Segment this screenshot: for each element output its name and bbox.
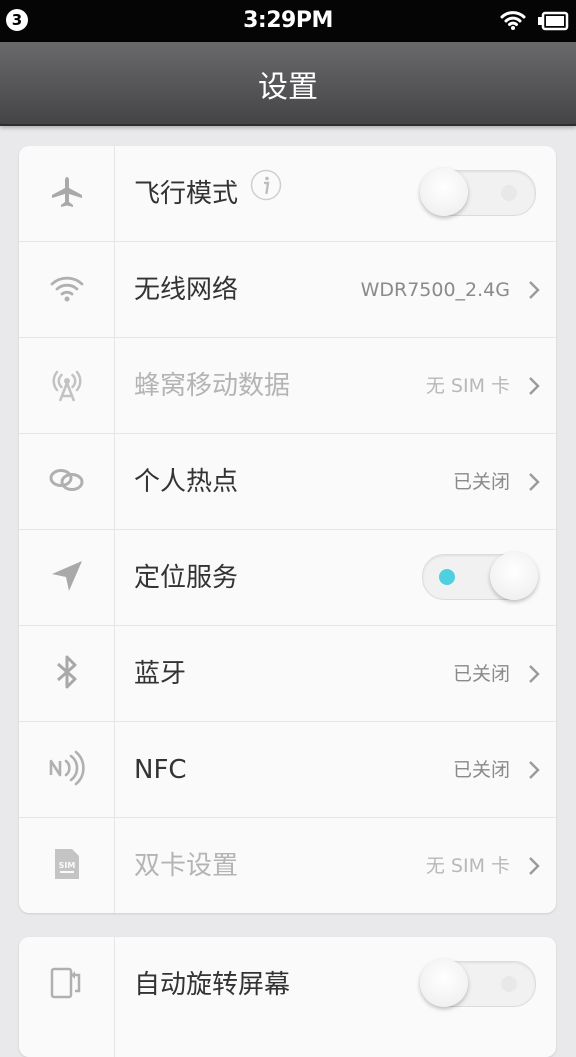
- setting-value: 已关闭: [452, 759, 510, 781]
- sim-card-icon: SIM: [52, 846, 82, 886]
- setting-value: 已关闭: [452, 663, 510, 685]
- setting-value: 无 SIM 卡: [425, 375, 510, 397]
- setting-label: 个人热点: [134, 467, 239, 497]
- setting-label: 自动旋转屏幕: [134, 970, 291, 1000]
- chevron-right-icon: [528, 760, 540, 784]
- setting-label: 蓝牙: [134, 659, 187, 689]
- toggle-knob: [420, 168, 468, 216]
- airplane-icon: [49, 174, 85, 214]
- chevron-right-icon: [528, 472, 540, 496]
- info-icon[interactable]: [250, 146, 282, 241]
- setting-row-nfc[interactable]: NFC 已关闭: [19, 722, 556, 818]
- status-bar: 3 3:29PM: [0, 0, 576, 42]
- setting-row-dual-sim[interactable]: SIM 双卡设置 无 SIM 卡: [19, 818, 556, 913]
- setting-label: 蜂窝移动数据: [134, 371, 291, 401]
- page-title: 设置: [258, 70, 318, 105]
- bluetooth-icon: [52, 653, 82, 695]
- nfc-icon: [48, 750, 86, 790]
- setting-label: 双卡设置: [134, 851, 239, 881]
- setting-value: WDR7500_2.4G: [360, 279, 510, 301]
- location-arrow-icon: [49, 558, 85, 598]
- setting-label: 定位服务: [134, 563, 239, 593]
- location-services-toggle[interactable]: [422, 552, 538, 600]
- setting-row-personal-hotspot[interactable]: 个人热点 已关闭: [19, 434, 556, 530]
- setting-label: 飞行模式: [134, 179, 239, 209]
- svg-text:SIM: SIM: [58, 861, 75, 870]
- setting-row-cellular-data[interactable]: 蜂窝移动数据 无 SIM 卡: [19, 338, 556, 434]
- battery-icon: [537, 11, 569, 35]
- auto-rotate-toggle[interactable]: [420, 959, 536, 1007]
- chevron-right-icon: [528, 664, 540, 688]
- setting-label: NFC: [134, 755, 187, 785]
- airplane-mode-toggle[interactable]: [420, 168, 536, 216]
- setting-row-location-services[interactable]: 定位服务: [19, 530, 556, 626]
- wifi-signal-icon: [500, 9, 526, 35]
- cellular-antenna-icon: [49, 364, 85, 408]
- status-time: 3:29PM: [243, 8, 333, 33]
- screen-rotate-icon: [49, 965, 85, 1005]
- setting-row-bluetooth[interactable]: 蓝牙 已关闭: [19, 626, 556, 722]
- toggle-knob: [490, 552, 538, 600]
- title-bar: 设置: [0, 42, 576, 126]
- setting-row-auto-rotate[interactable]: 自动旋转屏幕: [19, 937, 556, 1057]
- settings-card-display: 自动旋转屏幕: [19, 937, 556, 1057]
- chevron-right-icon: [528, 856, 540, 880]
- setting-value: 已关闭: [452, 471, 510, 493]
- setting-label: 无线网络: [134, 275, 239, 305]
- setting-row-wifi[interactable]: 无线网络 WDR7500_2.4G: [19, 242, 556, 338]
- wifi-icon: [49, 273, 85, 307]
- settings-card-main: 飞行模式 无线网络 WDR7500_2.4G 蜂窝移动数据 无 SIM 卡 个人…: [19, 146, 556, 913]
- setting-value: 无 SIM 卡: [425, 855, 510, 877]
- hotspot-link-icon: [48, 465, 86, 499]
- chevron-right-icon: [528, 376, 540, 400]
- toggle-knob: [420, 959, 468, 1007]
- setting-row-airplane-mode[interactable]: 飞行模式: [19, 146, 556, 242]
- chevron-right-icon: [528, 280, 540, 304]
